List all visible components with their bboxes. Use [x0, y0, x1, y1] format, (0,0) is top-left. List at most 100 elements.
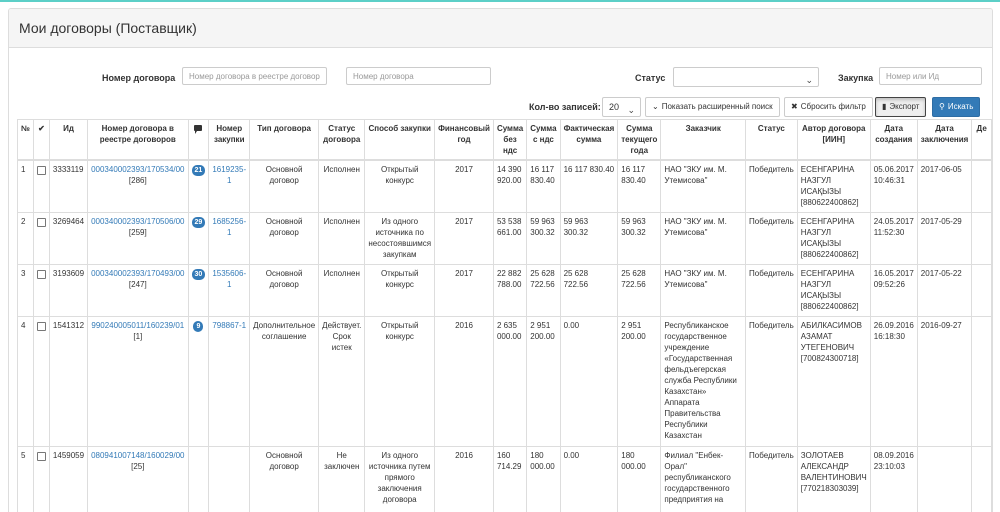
- row-checkbox[interactable]: [36, 269, 46, 279]
- page-title: Мои договоры (Поставщик): [9, 9, 992, 48]
- row-id: 1459059: [48, 445, 89, 512]
- row-extra: [971, 445, 992, 512]
- row-created: 26.09.2016 16:18:30: [869, 315, 918, 447]
- row-checkbox[interactable]: [36, 321, 46, 331]
- row-checkbox[interactable]: [36, 451, 46, 461]
- row-contract: 080941007148/160029/00 [25]: [87, 445, 189, 512]
- advanced-search-button[interactable]: ⌄ Показать расширенный поиск: [645, 97, 780, 117]
- row-purchase: 1619235-1: [208, 159, 251, 213]
- row-current: 16 117 830.40: [617, 159, 662, 213]
- col-concluded[interactable]: Дата заключения: [916, 119, 973, 161]
- export-button[interactable]: ▮ Экспорт: [875, 97, 927, 117]
- contract-link[interactable]: 000340002393/170493/00: [91, 269, 184, 278]
- row-number: 2: [17, 211, 34, 265]
- row-current: 25 628 722.56: [617, 263, 662, 317]
- reset-filter-button[interactable]: ✖ Сбросить фильтр: [784, 97, 873, 117]
- row-year: 2016: [434, 445, 494, 512]
- row-sum-no-vat: 22 882 788.00: [492, 263, 528, 317]
- search-button[interactable]: ⚲ Искать: [932, 97, 981, 117]
- row-state: Победитель: [745, 445, 798, 512]
- row-extra: [971, 159, 992, 213]
- row-created: 05.06.2017 10:46:31: [869, 159, 918, 213]
- comment-count-badge[interactable]: 9: [193, 320, 204, 332]
- col-author[interactable]: Автор договора [ИИН]: [796, 119, 871, 161]
- row-select: [32, 159, 50, 213]
- contract-sub: [286]: [128, 176, 147, 185]
- row-sum-no-vat: 2 635 000.00: [492, 315, 528, 447]
- row-author: ЕСЕНГАРИНА НАЗГУЛ ИСАҚЫЗЫ [880622400862]: [796, 263, 871, 317]
- status-select[interactable]: ⌄: [673, 67, 819, 87]
- purchase-link[interactable]: 798867-1: [212, 321, 246, 330]
- records-count-label: Кол-во записей:: [529, 102, 601, 112]
- contract-link[interactable]: 990240005011/160239/01: [91, 321, 184, 330]
- contract-link[interactable]: 080941007148/160029/00: [91, 451, 184, 460]
- row-id: 3333119: [48, 159, 89, 213]
- table-row[interactable]: 2 3269464 000340002393/170506/00 [259] 29 168…: [17, 211, 992, 265]
- export-label: Экспорт: [889, 102, 920, 111]
- col-contract-status[interactable]: Статус договора: [318, 119, 366, 161]
- col-number[interactable]: №: [17, 119, 34, 161]
- comment-count-badge[interactable]: 21: [191, 165, 206, 176]
- col-current-year-sum[interactable]: Сумма текущего года: [617, 119, 662, 161]
- contracts-panel: Мои договоры (Поставщик) Номер договора …: [8, 8, 993, 512]
- table-row[interactable]: 1 3333119 000340002393/170534/00 [286] 21 161…: [17, 159, 992, 213]
- row-actual: 59 963 300.32: [559, 211, 619, 265]
- contract-link[interactable]: 000340002393/170506/00: [91, 217, 184, 226]
- col-fin-year[interactable]: Финансовый год: [434, 119, 494, 161]
- row-sum-vat: 25 628 722.56: [526, 263, 561, 317]
- col-select-all[interactable]: ✔: [32, 119, 50, 161]
- row-purchase: [208, 445, 251, 512]
- comment-count-badge[interactable]: 30: [191, 268, 206, 280]
- purchase-link[interactable]: 1535606-1: [212, 269, 246, 289]
- row-customer: Филиал "Енбек-Орал" республиканского гос…: [660, 445, 747, 512]
- table-row[interactable]: 3 3193609 000340002393/170493/00 [247] 30 153…: [17, 263, 992, 317]
- chevron-down-icon: ⌄: [627, 105, 635, 115]
- row-state: Победитель: [745, 159, 798, 213]
- row-current: 2 951 200.00: [617, 315, 662, 447]
- purchase-link[interactable]: 1685256-1: [212, 217, 246, 237]
- row-year: 2017: [434, 159, 494, 213]
- row-customer: Республиканское государственное учрежден…: [660, 315, 747, 447]
- col-comments: [187, 119, 210, 161]
- contract-link[interactable]: 000340002393/170534/00: [91, 165, 184, 174]
- row-contract-status: Исполнен: [318, 211, 366, 265]
- row-purchase: 1535606-1: [208, 263, 251, 317]
- contract-sub: [247]: [128, 279, 147, 289]
- col-status[interactable]: Статус: [745, 119, 798, 161]
- purchase-input[interactable]: [879, 67, 982, 85]
- col-id[interactable]: Ид: [48, 119, 89, 161]
- row-concluded: 2016-09-27: [916, 315, 973, 447]
- col-sum-vat[interactable]: Сумма с ндс: [526, 119, 561, 161]
- row-contract-status: Исполнен: [318, 263, 366, 317]
- col-created[interactable]: Дата создания: [869, 119, 918, 161]
- col-purchase-method[interactable]: Способ закупки: [364, 119, 436, 161]
- col-sum-no-vat[interactable]: Сумма без ндс: [492, 119, 528, 161]
- row-checkbox[interactable]: [36, 166, 46, 175]
- row-current: 180 000.00: [617, 445, 662, 512]
- contract-sub: [259]: [128, 227, 147, 237]
- purchase-link[interactable]: 1619235-1: [212, 165, 246, 185]
- row-method: Открытый конкурс: [364, 159, 436, 213]
- row-sum-no-vat: 14 390 920.00: [492, 159, 528, 213]
- comment-count-badge[interactable]: 29: [191, 216, 206, 228]
- row-author: ЕСЕНГАРИНА НАЗГУЛ ИСАҚЫЗЫ [880622400862]: [796, 211, 871, 265]
- row-method: Из одного источника по несостоявшимся за…: [364, 211, 436, 265]
- contract-registry-input[interactable]: [182, 67, 327, 85]
- row-created: 08.09.2016 23:10:03: [869, 445, 918, 512]
- row-author: ЗОЛОТАЕВ АЛЕКСАНДР ВАЛЕНТИНОВИЧ [7702183…: [796, 445, 871, 512]
- col-purchase[interactable]: Номер закупки: [208, 119, 251, 161]
- row-extra: [971, 211, 992, 265]
- col-contract-registry[interactable]: Номер договора в реестре договоров: [87, 119, 189, 161]
- row-method: Открытый конкурс: [364, 263, 436, 317]
- row-actual: 0.00: [559, 315, 619, 447]
- row-checkbox[interactable]: [36, 217, 46, 227]
- records-count-select[interactable]: 20 ⌄: [602, 97, 641, 117]
- contract-number-input[interactable]: [346, 67, 491, 85]
- col-actual-sum[interactable]: Фактическая сумма: [559, 119, 619, 161]
- table-row[interactable]: 5 1459059 080941007148/160029/00 [25] Основн…: [17, 445, 992, 512]
- row-type: Основной договор: [249, 263, 320, 317]
- row-extra: [971, 263, 992, 317]
- col-customer[interactable]: Заказчик: [660, 119, 747, 161]
- col-contract-type[interactable]: Тип договора: [249, 119, 320, 161]
- table-row[interactable]: 4 1541312 990240005011/160239/01 [1] 9 798867…: [17, 315, 992, 447]
